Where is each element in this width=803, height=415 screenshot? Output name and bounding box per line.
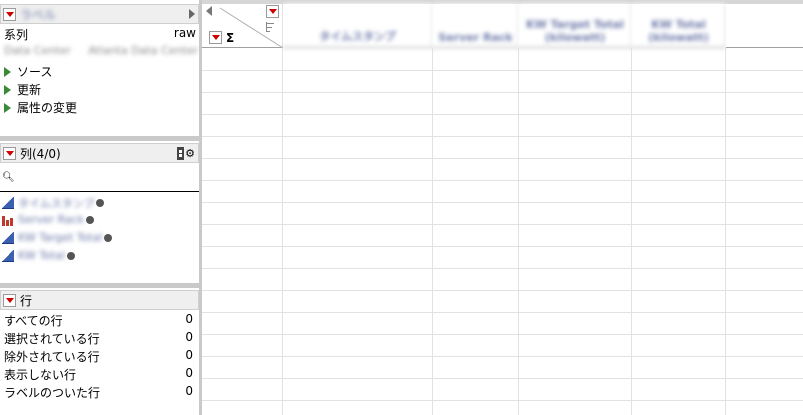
table-panel-header: ラベル (0, 4, 199, 24)
column-item[interactable]: KW Total (2, 249, 75, 262)
row-header-menu-button[interactable] (209, 31, 222, 44)
lock-indicator-icon (66, 251, 75, 260)
datacenter-label: Data Center (4, 44, 71, 57)
left-panel: ラベル 系列 raw Data Center Atlanta Data Cent… (0, 0, 200, 415)
columns-menu-button[interactable] (3, 146, 16, 160)
rows-stat-row: 除外されている行 0 (4, 348, 193, 364)
grid-row-line (202, 268, 803, 269)
columns-view-gear-icon[interactable]: ⚙ (177, 146, 195, 160)
lock-indicator-icon (86, 215, 95, 224)
datacenter-row: Data Center Atlanta Data Center (4, 44, 198, 57)
rows-menu-button[interactable] (3, 293, 16, 307)
rows-stat-row: すべての行 0 (4, 312, 193, 328)
columns-panel-header: 列(4/0) ⚙ (0, 143, 199, 163)
run-script-icon[interactable] (4, 67, 11, 77)
continuous-column-icon (2, 249, 14, 262)
continuous-column-icon (2, 197, 14, 209)
column-item[interactable]: Server Rack (2, 213, 95, 226)
rows-stat-row: 表示しない行 0 (4, 366, 193, 382)
script-change-attributes[interactable]: 属性の変更 (4, 99, 77, 116)
grid-row-line (202, 246, 803, 247)
columns-title: 列(4/0) (20, 146, 61, 161)
grid-row-line (202, 378, 803, 379)
run-script-icon[interactable] (4, 103, 11, 113)
sort-icon[interactable] (266, 22, 274, 32)
column-header-kw-target-total[interactable]: KW Target Total (kilowatt) (519, 4, 632, 48)
lock-indicator-icon (96, 199, 105, 207)
series-row: 系列 raw (4, 26, 196, 43)
grid-row-line (202, 312, 803, 313)
run-script-icon[interactable] (4, 85, 11, 95)
continuous-column-icon (2, 231, 14, 244)
grid-row-line (202, 70, 803, 71)
column-search-input[interactable] (14, 171, 194, 183)
series-value: raw (173, 26, 196, 40)
datacenter-value: Atlanta Data Center (88, 44, 198, 57)
empty-column-header[interactable] (726, 4, 803, 48)
data-grid: Σ タイムスタンプ Server Rack KW Target Total (k… (202, 0, 803, 415)
column-header-server-rack[interactable]: Server Rack (433, 4, 519, 48)
column-item[interactable]: タイムスタンプ (2, 195, 105, 211)
lock-indicator-icon (104, 233, 113, 242)
script-update[interactable]: 更新 (4, 81, 41, 98)
search-icon: 🔍︎ (2, 172, 15, 183)
grid-row-line (202, 92, 803, 93)
grid-row-line (202, 180, 803, 181)
table-title: ラベル (20, 7, 57, 22)
grid-row-line (202, 202, 803, 203)
grid-row-line (202, 356, 803, 357)
grid-row-line (202, 224, 803, 225)
column-search-field[interactable]: 🔍︎ (0, 168, 199, 192)
grid-row-line (202, 400, 803, 401)
grid-row-line (202, 136, 803, 137)
panel-splitter[interactable] (0, 283, 200, 288)
grid-row-line (202, 290, 803, 291)
grid-row-line (202, 158, 803, 159)
table-menu-button[interactable] (3, 7, 16, 21)
rows-title: 行 (20, 293, 33, 308)
column-item[interactable]: KW Target Total (2, 231, 113, 244)
grid-row-line (202, 334, 803, 335)
grid-corner-cell: Σ (202, 4, 283, 48)
script-source[interactable]: ソース (4, 63, 52, 80)
column-header-menu-button[interactable] (266, 5, 279, 18)
collapse-right-icon[interactable] (189, 9, 195, 19)
collapse-left-icon[interactable] (206, 6, 212, 16)
rows-panel-header: 行 (0, 290, 199, 310)
nominal-column-icon (2, 214, 14, 226)
grid-row-line (202, 114, 803, 115)
rows-stat-row: ラベルのついた行 0 (4, 384, 193, 400)
series-label: 系列 (4, 28, 29, 42)
column-header-kw-total[interactable]: KW Total (kilowatt) (632, 4, 726, 48)
sigma-icon[interactable]: Σ (226, 31, 234, 45)
rows-stat-row: 選択されている行 0 (4, 330, 193, 346)
column-header-timestamp[interactable]: タイムスタンプ (283, 4, 433, 48)
panel-splitter[interactable] (0, 136, 200, 141)
